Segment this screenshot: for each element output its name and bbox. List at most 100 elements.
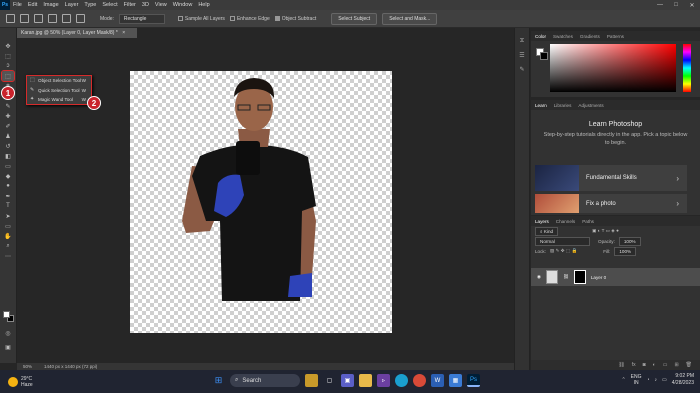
quick-selection-tool-item[interactable]: ✎ Quick Selection Tool W	[27, 86, 91, 96]
maximize-button[interactable]: □	[668, 2, 684, 9]
minimize-button[interactable]: —	[652, 2, 668, 9]
object-selection-tool-item[interactable]: ⬚ Object Selection Tool W	[27, 76, 91, 86]
new-layer-icon[interactable]: ⊞	[674, 362, 678, 368]
menu-select[interactable]: Select	[99, 2, 120, 8]
tab-layers[interactable]: Layers	[535, 219, 549, 224]
layer-mask-thumbnail[interactable]	[573, 270, 586, 284]
hand-tool-icon[interactable]: ✋	[2, 231, 14, 241]
home-icon[interactable]	[6, 14, 15, 23]
color-picker-field[interactable]	[550, 44, 676, 92]
chrome-icon[interactable]	[413, 374, 426, 387]
tab-libraries[interactable]: Libraries	[554, 103, 572, 108]
foreground-color-swatch[interactable]	[3, 311, 10, 318]
blend-mode-select[interactable]: Normal	[535, 236, 590, 246]
sample-all-layers-checkbox[interactable]: Sample All Layers	[177, 16, 225, 22]
properties-panel-icon[interactable]: ☰	[518, 52, 527, 61]
tab-color[interactable]: Color	[535, 34, 546, 39]
healing-brush-tool-icon[interactable]: ✚	[2, 111, 14, 121]
menu-view[interactable]: View	[152, 2, 170, 8]
more-tools-icon[interactable]: ⋯	[2, 251, 14, 261]
kind-filter-select[interactable]: ⌕ Kind	[535, 226, 559, 236]
windows-start-icon[interactable]: ⊞	[212, 374, 225, 387]
pen-tool-icon[interactable]: ✒	[2, 191, 14, 201]
subtract-selection-icon[interactable]	[62, 14, 71, 23]
tab-gradients[interactable]: Gradients	[580, 34, 600, 39]
hue-slider[interactable]	[683, 44, 691, 92]
word-icon[interactable]: W	[431, 374, 444, 387]
blur-tool-icon[interactable]: ◆	[2, 171, 14, 181]
menu-layer[interactable]: Layer	[62, 2, 82, 8]
wifi-icon[interactable]: ◔	[646, 377, 649, 383]
menu-3d[interactable]: 3D	[139, 2, 152, 8]
close-button[interactable]: ✕	[684, 2, 700, 9]
eraser-tool-icon[interactable]: ◧	[2, 151, 14, 161]
opacity-input[interactable]: 100%	[618, 236, 641, 246]
file-explorer-icon[interactable]	[359, 374, 372, 387]
weather-widget[interactable]: 29°C Haze	[0, 376, 80, 388]
fundamental-skills-card[interactable]: Fundamental Skills ›	[535, 165, 687, 191]
object-selection-tool-icon[interactable]: ⬚	[1, 70, 15, 82]
canvas[interactable]	[130, 71, 392, 333]
zoom-tool-icon[interactable]: ⌕	[2, 241, 14, 251]
tab-channels[interactable]: Channels	[556, 219, 575, 224]
screen-mode-icon[interactable]: ▣	[2, 342, 14, 352]
link-layers-icon[interactable]: ⛓	[618, 362, 624, 368]
add-selection-icon[interactable]	[48, 14, 57, 23]
fix-a-photo-card[interactable]: Fix a photo ›	[535, 194, 687, 213]
tab-paths[interactable]: Paths	[582, 219, 594, 224]
brush-tool-icon[interactable]: ✐	[2, 121, 14, 131]
clone-stamp-tool-icon[interactable]: ♟	[2, 131, 14, 141]
chevron-up-icon[interactable]: ⌃	[621, 377, 625, 383]
brush-panel-icon[interactable]: ✎	[518, 66, 527, 75]
photoshop-taskbar-icon[interactable]: Ps	[467, 374, 480, 387]
clock[interactable]: 9:02 PM 4/28/2023	[672, 373, 694, 387]
menu-filter[interactable]: Filter	[121, 2, 139, 8]
add-mask-icon[interactable]: ◙	[643, 362, 646, 368]
move-tool-icon[interactable]: ✥	[2, 41, 14, 51]
close-tab-icon[interactable]: ×	[122, 30, 125, 36]
menu-file[interactable]: File	[10, 2, 25, 8]
dodge-tool-icon[interactable]: ●	[2, 181, 14, 191]
lasso-tool-icon[interactable]: ↄ	[2, 61, 14, 71]
select-subject-button[interactable]: Select Subject	[331, 12, 378, 25]
rectangle-tool-icon[interactable]: ▭	[2, 221, 14, 231]
zoom-level[interactable]: 50%	[23, 364, 32, 369]
object-subtract-checkbox[interactable]: Object Subtract	[274, 16, 316, 22]
enhance-edge-checkbox[interactable]: Enhance Edge	[229, 16, 270, 22]
mode-select[interactable]: Rectangle	[118, 13, 165, 24]
battery-icon[interactable]: ▭	[662, 377, 667, 383]
tab-learn[interactable]: Learn	[535, 103, 547, 108]
filter-icons[interactable]: ▣ ◐ T ▭ ◈ ●	[592, 228, 619, 234]
type-tool-icon[interactable]: T	[2, 201, 14, 211]
panel-bg-swatch[interactable]	[540, 52, 548, 60]
adjustment-layer-icon[interactable]: ◐	[653, 362, 656, 368]
lock-icons[interactable]: ▨ ✎ ✥ ⬚ 🔒	[550, 248, 577, 254]
history-brush-tool-icon[interactable]: ↺	[2, 141, 14, 151]
task-view-icon[interactable]: ▢	[323, 374, 336, 387]
store-icon[interactable]: ▦	[449, 374, 462, 387]
eye-icon[interactable]: ◉	[537, 274, 541, 280]
volume-icon[interactable]: ♪	[655, 377, 658, 383]
language-indicator[interactable]: ENG IN	[631, 374, 642, 386]
visual-studio-icon[interactable]: ▹	[377, 374, 390, 387]
eyedropper-tool-icon[interactable]: ✎	[2, 101, 14, 111]
tab-swatches[interactable]: Swatches	[553, 34, 573, 39]
photoshop-logo[interactable]: Ps	[0, 0, 10, 10]
teams-icon[interactable]: ▣	[341, 374, 354, 387]
magic-wand-tool-item[interactable]: ✦ Magic Wand Tool W	[27, 95, 91, 105]
new-selection-icon[interactable]	[34, 14, 43, 23]
tab-patterns[interactable]: Patterns	[607, 34, 624, 39]
tab-adjustments[interactable]: Adjustments	[578, 103, 603, 108]
menu-image[interactable]: Image	[40, 2, 61, 8]
layer-row[interactable]: ◉ ⛓ Layer 0	[531, 268, 700, 286]
quick-mask-icon[interactable]: ◎	[2, 328, 14, 338]
path-selection-tool-icon[interactable]: ➤	[2, 211, 14, 221]
marquee-tool-icon[interactable]: ⬚	[2, 51, 14, 61]
menu-edit[interactable]: Edit	[25, 2, 40, 8]
edge-icon[interactable]	[395, 374, 408, 387]
document-tab[interactable]: Karan.jpg @ 50% (Layer 0, Layer Mask/8) …	[17, 28, 137, 38]
new-group-icon[interactable]: ▭	[663, 362, 668, 368]
gradient-tool-icon[interactable]: ▭	[2, 161, 14, 171]
object-selection-tool-icon[interactable]	[20, 14, 29, 23]
menu-window[interactable]: Window	[170, 2, 196, 8]
